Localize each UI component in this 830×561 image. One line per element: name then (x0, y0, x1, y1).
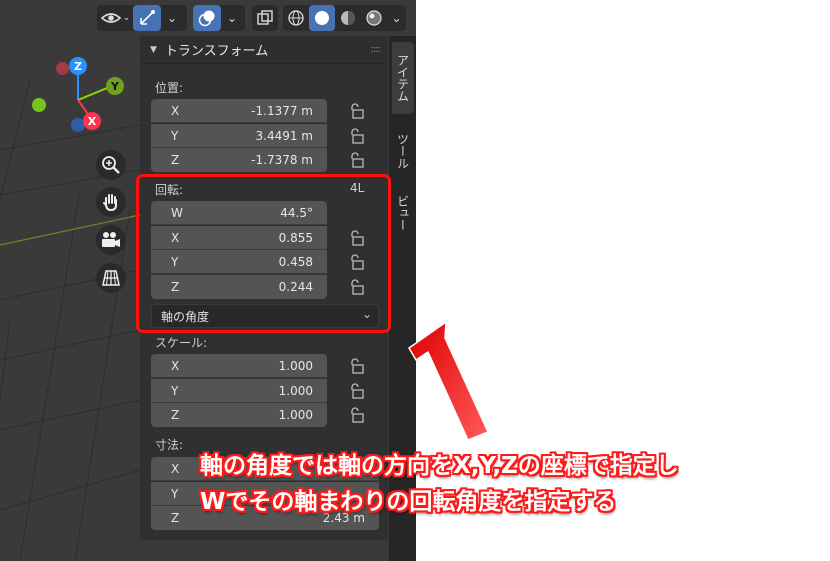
axis-label: Z (171, 408, 180, 422)
scale-label: スケール: (155, 336, 208, 350)
annotation-line-1: 軸の角度では軸の方向をX,Y,Zの座標で指定し (200, 453, 679, 479)
scale-y-field[interactable]: Y 1.000 (151, 379, 327, 403)
field-value: 1.000 (278, 408, 313, 422)
axis-label: X (171, 359, 180, 373)
axis-label: Z (171, 511, 180, 525)
neg-y-axis-ball[interactable] (32, 98, 46, 112)
scale-x-field[interactable]: X 1.000 (151, 354, 327, 378)
overlay-icon[interactable] (193, 5, 221, 31)
axis-label: Y (171, 129, 179, 143)
z-axis-ball[interactable]: Z (69, 57, 87, 75)
rotation-highlight-box (136, 174, 391, 333)
overlay-group: ⌄ (193, 5, 245, 31)
panel-header[interactable]: ▼ トランスフォーム :::: (140, 36, 388, 64)
scale-z-field[interactable]: Z 1.000 (151, 403, 327, 427)
axis-label: Z (171, 153, 180, 167)
grid-icon[interactable] (96, 263, 126, 293)
chevron-down-icon[interactable]: ⌄ (161, 5, 183, 31)
collapse-triangle-icon[interactable]: ▼ (150, 45, 157, 55)
location-label: 位置: (155, 81, 184, 95)
axis-label: X (171, 104, 180, 118)
field-value: -1.1377 m (251, 104, 313, 118)
y-axis-ball[interactable]: Y (106, 77, 124, 95)
solid-icon[interactable] (309, 5, 335, 31)
location-z-field[interactable]: Z -1.7378 m (151, 148, 327, 172)
field-value: 3.4491 m (255, 129, 314, 143)
shading-group: ⌄ (283, 5, 406, 31)
field-value: -1.7378 m (251, 153, 313, 167)
lock-icon[interactable] (348, 406, 366, 424)
material-preview-icon[interactable] (335, 5, 361, 31)
tab-item[interactable]: アイテム (392, 42, 414, 114)
neg-x-axis-ball[interactable] (56, 62, 69, 75)
wireframe-icon[interactable] (283, 5, 309, 31)
tab-tool[interactable]: ツール (392, 120, 414, 182)
dimensions-label: 寸法: (155, 438, 184, 452)
axis-label: X (171, 462, 180, 476)
hand-icon[interactable] (96, 187, 126, 217)
drag-grip-icon[interactable]: :::: (371, 44, 382, 55)
lock-icon[interactable] (348, 382, 366, 400)
zoom-icon[interactable] (96, 150, 126, 180)
x-axis-ball[interactable]: X (83, 112, 101, 130)
lock-icon[interactable] (348, 102, 366, 120)
field-value: 1.000 (278, 359, 313, 373)
chevron-down-icon[interactable]: ⌄ (387, 5, 406, 31)
chevron-down-icon[interactable]: ⌄ (221, 5, 243, 31)
location-x-field[interactable]: X -1.1377 m (151, 99, 327, 123)
xray-icon[interactable] (252, 5, 278, 31)
rendered-icon[interactable] (361, 5, 387, 31)
field-value: 1.000 (278, 384, 313, 398)
axis-label: Y (171, 384, 179, 398)
annotation-line-2: Wでその軸まわりの回転角度を指定する (200, 489, 617, 515)
location-y-field[interactable]: Y 3.4491 m (151, 124, 327, 148)
xray-group (252, 5, 278, 31)
panel-title: トランスフォーム (164, 44, 269, 59)
lock-icon[interactable] (348, 151, 366, 169)
camera-icon[interactable] (96, 225, 126, 255)
axis-label: Y (171, 487, 179, 501)
lock-icon[interactable] (348, 127, 366, 145)
tab-view[interactable]: ビュー (392, 188, 414, 238)
lock-icon[interactable] (348, 357, 366, 375)
